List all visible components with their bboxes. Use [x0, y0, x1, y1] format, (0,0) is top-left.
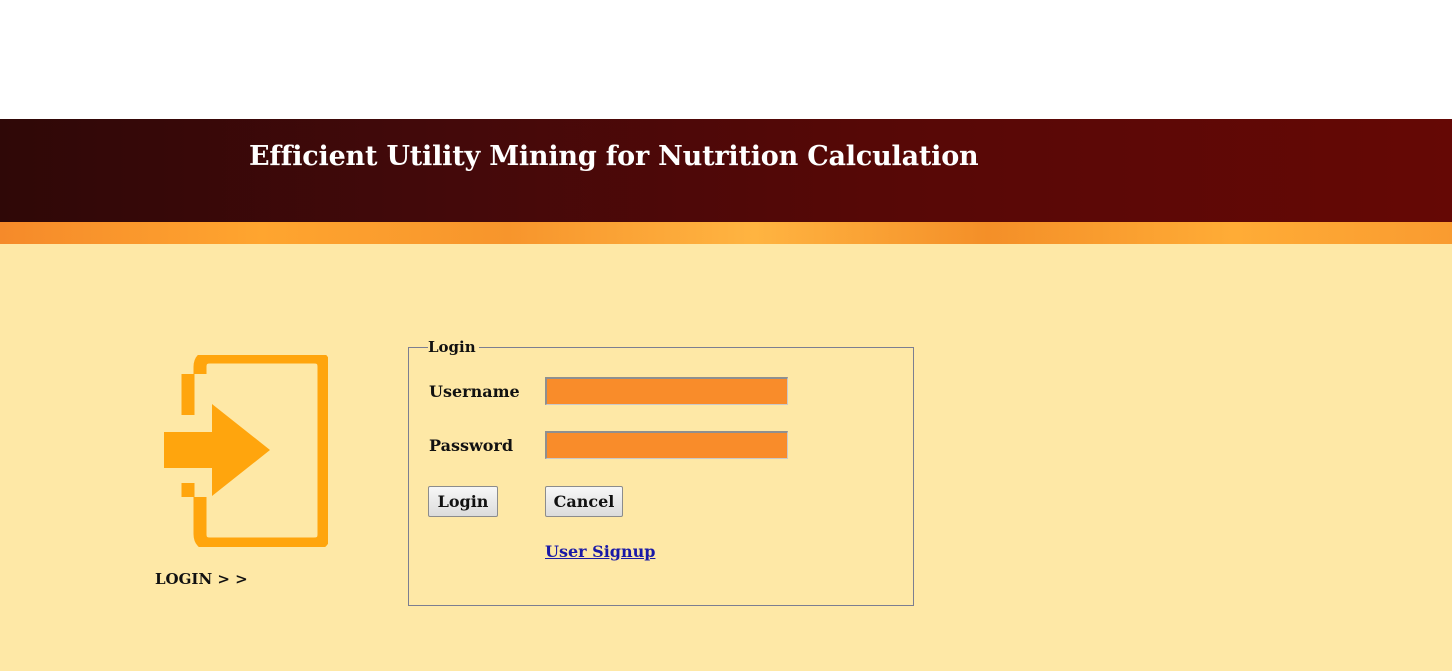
header-stripe — [0, 222, 1452, 244]
page-title: Efficient Utility Mining for Nutrition C… — [249, 141, 979, 172]
password-label: Password — [429, 436, 514, 455]
page-header: Efficient Utility Mining for Nutrition C… — [0, 119, 1452, 222]
login-enter-icon — [164, 355, 328, 547]
username-label: Username — [429, 382, 520, 401]
login-caption: LOGIN > > — [155, 570, 248, 588]
user-signup-link[interactable]: User Signup — [545, 542, 655, 561]
login-legend: Login — [428, 338, 479, 356]
cancel-button[interactable]: Cancel — [545, 486, 623, 517]
login-button[interactable]: Login — [428, 486, 498, 517]
top-blank-area — [0, 0, 1452, 119]
username-input[interactable] — [545, 377, 788, 405]
password-input[interactable] — [545, 431, 788, 459]
